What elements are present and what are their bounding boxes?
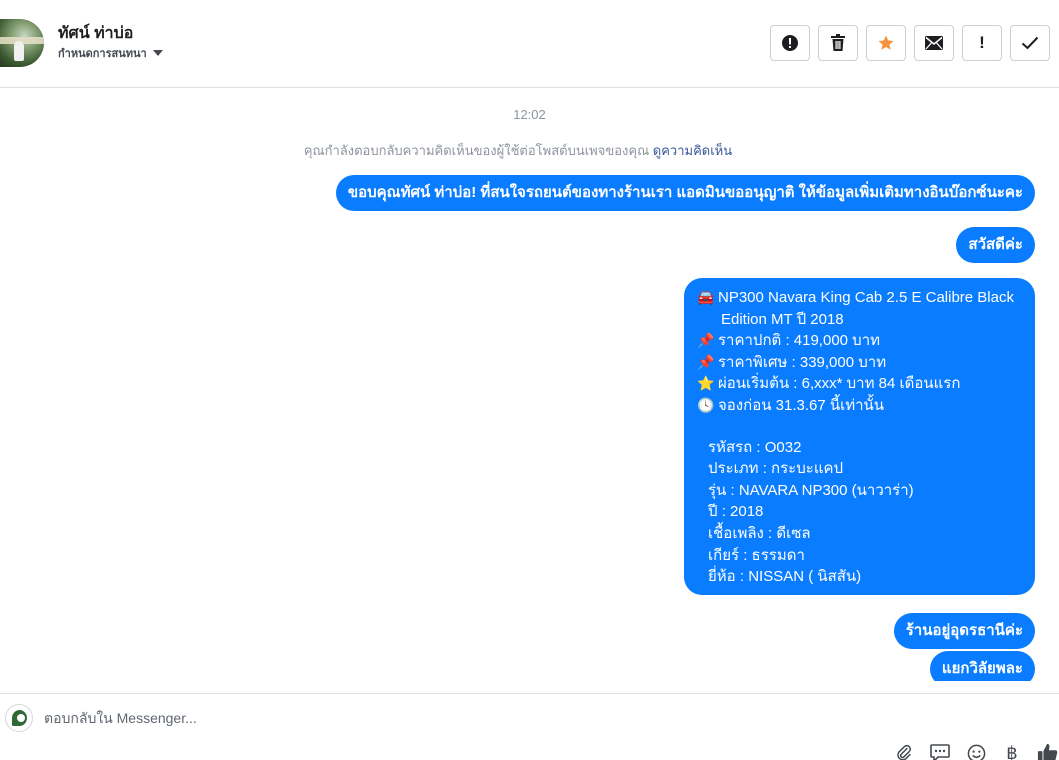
clock-icon: 🕓 (697, 396, 715, 413)
car-listing-message: 🚘 NP300 Navara King Cab 2.5 E Calibre Bla… (684, 278, 1035, 595)
mark-important-button[interactable]: ! (962, 25, 1002, 61)
baht-icon: ฿ (1006, 742, 1018, 760)
star-emoji-icon: ⭐ (697, 375, 715, 392)
car-model-line: รุ่น : NAVARA NP300 (นาวาร่า) (708, 481, 914, 499)
car-type-line: ประเภท : กระบะแคป (708, 460, 844, 478)
message-bubble: ขอบคุณทัศน์ ท่าบ่อ! ที่สนใจรถยนต์ของทางร… (335, 175, 1035, 211)
thumbs-up-icon (1037, 743, 1058, 760)
message-bubble: สวัสดีค่ะ (956, 227, 1035, 263)
normal-price-line: 📌 ราคาปกติ : 419,000 บาท (696, 330, 1023, 352)
contact-avatar[interactable] (0, 19, 44, 67)
pushpin-icon: 📌 (697, 353, 715, 370)
delete-button[interactable] (818, 25, 858, 61)
car-code-line: รหัสรถ : O032 (708, 438, 802, 456)
paperclip-icon (897, 744, 911, 760)
conversation-actions: ! (770, 25, 1050, 61)
special-price-line: 📌 ราคาพิเศษ : 339,000 บาท (696, 352, 1023, 374)
car-brand-line: ยี่ห้อ : NISSAN ( นิสสัน) (708, 568, 862, 586)
report-button[interactable] (770, 25, 810, 61)
trash-icon (831, 34, 845, 51)
message-bubble: ร้านอยู่อุดรธานีค่ะ (893, 613, 1035, 649)
car-fuel-line: เชื้อเพลิง : ดีเซล (708, 524, 811, 542)
listing-title-line: 🚘 NP300 Navara King Cab 2.5 E Calibre Bla… (696, 287, 1023, 309)
view-comment-link[interactable]: ดูความคิดเห็น (653, 143, 732, 158)
report-icon (782, 35, 798, 51)
mark-done-button[interactable] (1010, 25, 1050, 61)
attach-file-button[interactable] (893, 742, 915, 760)
mark-unread-button[interactable] (914, 25, 954, 61)
message-thread[interactable]: 12:02 คุณกำลังตอบกลับความคิดเห็นของผู้ใช… (0, 89, 1059, 681)
installment-line: ⭐ ผ่อนเริ่มต้น : 6,xxx* บาท 84 เดือนแรก (696, 373, 1023, 395)
saved-replies-button[interactable] (929, 742, 951, 760)
pushpin-icon: 📌 (697, 332, 715, 349)
assign-conversation-dropdown[interactable]: กำหนดการสนทนา (58, 44, 163, 62)
mark-important-icon: ! (979, 33, 985, 52)
assign-label: กำหนดการสนทนา (58, 48, 147, 60)
star-icon (878, 35, 894, 50)
contact-name[interactable]: ทัศน์ ท่าบ่อ (58, 21, 133, 46)
caret-down-icon (152, 50, 163, 56)
emoji-icon (967, 744, 985, 760)
like-button[interactable] (1037, 742, 1059, 760)
emoji-button[interactable] (965, 742, 987, 760)
conversation-header: ทัศน์ ท่าบ่อ กำหนดการสนทนา ! (0, 0, 1059, 88)
booking-line: 🕓 จองก่อน 31.3.67 นี้เท่านั้น (696, 395, 1023, 417)
page-avatar (5, 704, 33, 732)
message-bubble: แยกวิลัยพละ (929, 651, 1035, 681)
message-timestamp: 12:02 (513, 107, 546, 122)
reply-composer: ฿ (0, 693, 1059, 760)
mail-icon (925, 36, 943, 50)
reply-context-notice: คุณกำลังตอบกลับความคิดเห็นของผู้ใช้ต่อโพ… (0, 140, 1036, 161)
speech-bubble-icon (930, 744, 950, 760)
payment-button[interactable]: ฿ (1001, 742, 1023, 760)
done-check-icon (1021, 36, 1039, 50)
composer-tools: ฿ (893, 742, 1059, 760)
car-gear-line: เกียร์ : ธรรมดา (708, 546, 805, 564)
star-button[interactable] (866, 25, 906, 61)
car-icon: 🚘 (697, 289, 715, 305)
notice-text: คุณกำลังตอบกลับความคิดเห็นของผู้ใช้ต่อโพ… (303, 143, 650, 158)
reply-input[interactable] (44, 708, 844, 728)
car-year-line: ปี : 2018 (708, 503, 764, 521)
listing-title-line: Edition MT ปี 2018 (721, 310, 844, 328)
